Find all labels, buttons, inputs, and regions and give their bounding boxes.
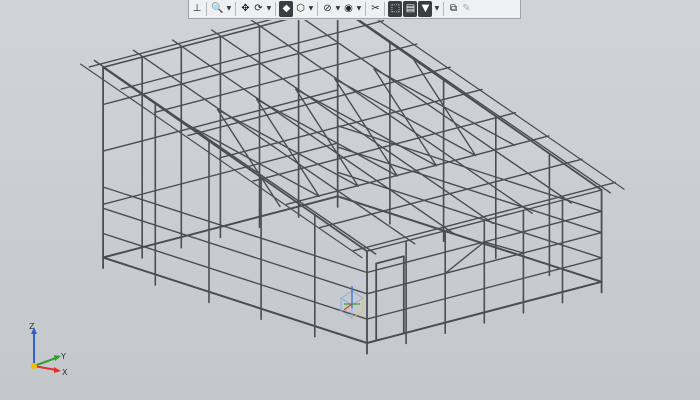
filter-icon[interactable]: ▼ [418,1,433,17]
toolbar-separator [365,2,367,16]
frame-member [483,241,525,254]
toolbar-separator [384,2,386,16]
toolbar-separator [275,2,277,16]
frame-member [210,29,494,225]
orientation-dropdown-icon[interactable]: ▼ [307,1,314,17]
select-frame-icon[interactable]: ⧉ [447,1,459,17]
model-viewport[interactable] [0,20,700,400]
pan-icon[interactable]: ✥ [239,1,251,17]
visibility-icon[interactable]: ◉ [342,1,354,17]
frame-member [171,39,455,235]
x-arrow-icon [54,367,61,373]
visibility-dropdown-icon[interactable]: ▼ [355,1,362,17]
origin-icon [31,363,37,369]
frame-member [93,59,377,255]
frame-member [79,63,363,259]
rotate-icon[interactable]: ⟳ [252,1,264,17]
frame-member [120,20,385,90]
x-axis [33,365,57,371]
zoom-dropdown-icon[interactable]: ▼ [225,1,232,17]
orientation-icon[interactable]: ⬡ [294,1,306,17]
frame-member [319,158,583,229]
frame-member [334,78,477,157]
rotate-dropdown-icon[interactable]: ▼ [265,1,272,17]
y-arrow-icon [54,355,61,361]
hide-icon[interactable]: ⊘ [321,1,333,17]
hide-dropdown-icon[interactable]: ▼ [334,1,341,17]
y-axis [33,357,57,367]
toolbar-separator [206,2,207,16]
frame-member [132,49,416,245]
section-icon[interactable]: ✂ [369,1,381,17]
eyedropper-icon[interactable]: ✎ [460,1,472,17]
y-axis-label: Y [60,352,66,361]
frame-member [250,20,533,214]
toolbar-separator [235,2,237,16]
frame-member [102,232,368,320]
display-mode-icon[interactable]: ◆ [279,1,294,17]
coordinate-system-icon[interactable]: ⊥ [191,1,203,17]
frame-member [377,20,625,190]
view-toolbar: ⊥ 🔍 ▼ ✥ ⟳ ▼ ◆ ⬡ ▼ ⊘ ▼ ◉ ▼ ✂ ⬚ ▤ ▼ ▼ ⧉ ✎ [188,0,521,19]
frame-member [102,256,368,344]
frame-member [303,20,572,204]
layers-icon[interactable]: ▤ [403,1,418,17]
toolbar-separator [317,2,319,16]
z-axis-label: Z [29,322,35,331]
zoom-icon[interactable]: 🔍 [210,1,224,17]
frame-member [337,125,603,213]
toolbar-separator [443,2,445,16]
x-axis-label: X [62,368,68,377]
axis-triad: Z Y X [29,322,68,377]
frame-member [375,255,405,265]
perspective-icon[interactable]: ⬚ [388,1,403,17]
filter-dropdown-icon[interactable]: ▼ [433,1,440,17]
frame-member [295,88,438,167]
